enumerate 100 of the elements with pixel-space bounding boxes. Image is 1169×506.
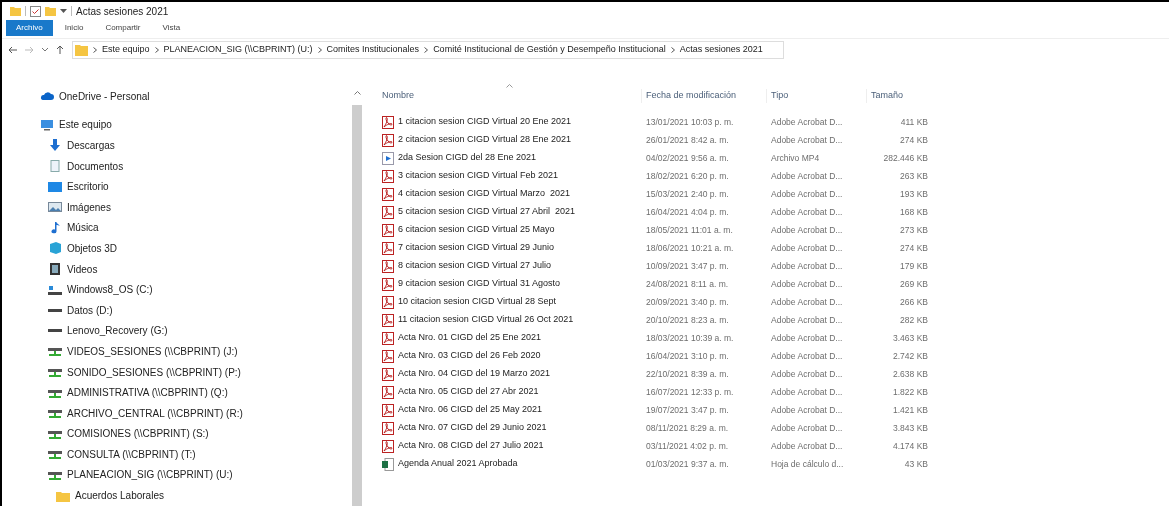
file-name: Agenda Anual 2021 Aprobada <box>398 457 518 471</box>
file-type: Adobe Acrobat D... <box>770 439 844 453</box>
breadcrumb-item[interactable]: Actas sesiones 2021 <box>679 42 763 57</box>
file-row[interactable]: 1 citacion sesion CIGD Virtual 20 Ene 2021 13/01/2021 10:03 p. m. Adobe Acrobat D... 411 KB <box>378 113 930 131</box>
nav-item[interactable]: Acuerdos Laborales <box>75 488 164 504</box>
file-type: Adobe Acrobat D... <box>770 115 844 129</box>
file-name: 4 citacion sesion CIGD Virtual Marzo 2021 <box>398 187 570 201</box>
ribbon-tab[interactable]: Compartir <box>95 20 151 36</box>
nav-item[interactable]: Datos (D:) <box>67 302 113 318</box>
file-name: 3 citacion sesion CIGD Virtual Feb 2021 <box>398 169 558 183</box>
file-row[interactable]: Acta Nro. 04 CIGD del 19 Marzo 2021 22/10/2021 8:39 a. m. Adobe Acrobat D... 2.638 KB <box>378 365 930 383</box>
breadcrumb-item[interactable]: Comité Institucional de Gestión y Desempeño Institucional <box>433 42 666 57</box>
file-name: Acta Nro. 08 CIGD del 27 Julio 2021 <box>398 439 544 453</box>
modified-date: 16/04/2021 3:10 p. m. <box>645 349 730 363</box>
up-arrow-icon[interactable] <box>56 45 64 54</box>
drive-icon <box>48 308 62 312</box>
ribbon-tab[interactable]: Inicio <box>54 20 94 36</box>
file-row[interactable]: 2da Sesion CIGD del 28 Ene 2021 04/02/2021 9:56 a. m. Archivo MP4 282.446 KB <box>378 149 930 167</box>
column-header[interactable]: Fecha de modificación <box>641 89 766 103</box>
nav-item[interactable]: OneDrive - Personal <box>59 88 150 104</box>
nav-item[interactable]: PLANEACION_SIG (\\CBPRINT) (U:) <box>67 467 233 483</box>
chevron-right-icon[interactable] <box>154 46 159 53</box>
breadcrumb-item[interactable]: PLANEACION_SIG (\\CBPRINT) (U:) <box>163 42 313 57</box>
dropdown-arrow-icon[interactable] <box>60 8 67 14</box>
modified-date: 20/09/2021 3:40 p. m. <box>645 295 730 309</box>
file-row[interactable]: 10 citacion sesion CIGD Virtual 28 Sept 20/09/2021 3:40 p. m. Adobe Acrobat D... 266 KB <box>378 293 930 311</box>
nav-item[interactable]: ADMINISTRATIVA (\\CBPRINT) (Q:) <box>67 385 228 401</box>
file-row[interactable]: Acta Nro. 08 CIGD del 27 Julio 2021 03/11/2021 4:02 p. m. Adobe Acrobat D... 4.174 KB <box>378 437 930 455</box>
nav-item[interactable]: COMISIONES (\\CBPRINT) (S:) <box>67 426 209 442</box>
file-type: Adobe Acrobat D... <box>770 277 844 291</box>
desktop-icon <box>48 180 62 193</box>
nav-item[interactable]: ARCHIVO_CENTRAL (\\CBPRINT) (R:) <box>67 405 243 421</box>
nav-item[interactable]: Videos <box>67 261 98 277</box>
nav-item[interactable]: Lenovo_Recovery (G:) <box>67 323 168 339</box>
nav-item[interactable]: Este equipo <box>59 117 112 133</box>
file-type: Hoja de cálculo d... <box>770 457 845 471</box>
nav-item[interactable]: Documentos <box>67 158 124 174</box>
chevron-right-icon[interactable] <box>93 46 97 53</box>
file-row[interactable]: Acta Nro. 07 CIGD del 29 Junio 2021 08/11/2021 8:29 a. m. Adobe Acrobat D... 3.843 KB <box>378 419 930 437</box>
folder-icon <box>56 489 70 502</box>
modified-date: 18/03/2021 10:39 a. m. <box>645 331 735 345</box>
scroll-up-icon[interactable] <box>353 90 361 95</box>
scrollbar-thumb[interactable] <box>352 105 362 506</box>
pdf-file-icon <box>382 223 394 237</box>
file-row[interactable]: 11 citacion sesion CIGD Virtual 26 Oct 2021 20/10/2021 8:23 a. m. Adobe Acrobat D... 282 KB <box>378 311 930 329</box>
pdf-file-icon <box>382 421 394 435</box>
nav-item[interactable]: Windows8_OS (C:) <box>67 282 153 298</box>
breadcrumb-item[interactable]: Este equipo <box>102 42 150 57</box>
file-row[interactable]: 3 citacion sesion CIGD Virtual Feb 2021 18/02/2021 6:20 p. m. Adobe Acrobat D... 263 KB <box>378 167 930 185</box>
file-row[interactable]: 2 citacion sesion CIGD Virtual 28 Ene 2021 26/01/2021 8:42 a. m. Adobe Acrobat D... 274 KB <box>378 131 930 149</box>
column-header[interactable]: Tipo <box>766 89 866 103</box>
back-arrow-icon[interactable] <box>8 45 17 54</box>
nav-item[interactable]: VIDEOS_SESIONES (\\CBPRINT) (J:) <box>67 343 238 359</box>
file-type: Adobe Acrobat D... <box>770 385 844 399</box>
pdf-file-icon <box>382 331 394 345</box>
folder-icon <box>75 43 88 56</box>
file-type: Adobe Acrobat D... <box>770 133 844 147</box>
modified-date: 03/11/2021 4:02 p. m. <box>645 439 730 453</box>
ribbon-tab[interactable]: Archivo <box>6 20 53 36</box>
video-file-icon <box>382 151 394 165</box>
chevron-right-icon[interactable] <box>317 46 322 53</box>
pdf-file-icon <box>382 259 394 273</box>
file-row[interactable]: Acta Nro. 03 CIGD del 26 Feb 2020 16/04/2021 3:10 p. m. Adobe Acrobat D... 2.742 KB <box>378 347 930 365</box>
nav-item[interactable]: CONSULTA (\\CBPRINT) (T:) <box>67 446 196 462</box>
pdf-file-icon <box>382 187 394 201</box>
nav-item[interactable]: SONIDO_SESIONES (\\CBPRINT) (P:) <box>67 364 241 380</box>
chevron-right-icon[interactable] <box>424 46 429 53</box>
file-type: Adobe Acrobat D... <box>770 295 844 309</box>
network-drive-icon <box>48 448 62 461</box>
file-row[interactable]: 8 citacion sesion CIGD Virtual 27 Julio 10/09/2021 3:47 p. m. Adobe Acrobat D... 179 KB <box>378 257 930 275</box>
file-type: Adobe Acrobat D... <box>770 331 844 345</box>
file-row[interactable]: Acta Nro. 06 CIGD del 25 May 2021 19/07/2021 3:47 p. m. Adobe Acrobat D... 1.421 KB <box>378 401 930 419</box>
file-row[interactable]: 5 citacion sesion CIGD Virtual 27 Abril 2021 16/04/2021 4:04 p. m. Adobe Acrobat D... 168 KB <box>378 203 930 221</box>
nav-item[interactable]: Descargas <box>67 138 115 153</box>
file-row[interactable]: 6 citacion sesion CIGD Virtual 25 Mayo 18/05/2021 11:01 a. m. Adobe Acrobat D... 273 KB <box>378 221 930 239</box>
column-header[interactable]: Nombre <box>378 89 641 103</box>
nav-item[interactable]: Imágenes <box>67 199 111 215</box>
file-type: Adobe Acrobat D... <box>770 223 844 237</box>
pdf-file-icon <box>382 439 394 453</box>
file-row[interactable]: 9 citacion sesion CIGD Virtual 31 Agosto 24/08/2021 8:11 a. m. Adobe Acrobat D... 269 KB <box>378 275 930 293</box>
breadcrumb-item[interactable]: Comites Institucionales <box>326 42 420 57</box>
ribbon-tab[interactable]: Vista <box>152 20 191 36</box>
modified-date: 10/09/2021 3:47 p. m. <box>645 259 730 273</box>
nav-item[interactable]: Objetos 3D <box>67 240 118 256</box>
nav-item[interactable]: Música <box>67 220 99 236</box>
properties-icon[interactable] <box>30 5 41 17</box>
nav-item[interactable]: Escritorio <box>67 179 109 195</box>
cloud-icon <box>40 90 54 103</box>
chevron-right-icon[interactable] <box>670 46 675 53</box>
file-size: 168 KB <box>899 205 929 219</box>
file-name: 10 citacion sesion CIGD Virtual 28 Sept <box>398 295 556 309</box>
file-row[interactable]: 7 citacion sesion CIGD Virtual 29 Junio 18/06/2021 10:21 a. m. Adobe Acrobat D... 274 KB <box>378 239 930 257</box>
pdf-file-icon <box>382 385 394 399</box>
file-row[interactable]: Agenda Anual 2021 Aprobada 01/03/2021 9:37 a. m. Hoja de cálculo d... 43 KB <box>378 455 930 473</box>
file-name: Acta Nro. 04 CIGD del 19 Marzo 2021 <box>398 367 551 381</box>
file-row[interactable]: Acta Nro. 05 CIGD del 27 Abr 2021 16/07/2021 12:33 p. m. Adobe Acrobat D... 1.822 KB <box>378 383 930 401</box>
file-row[interactable]: Acta Nro. 01 CIGD del 25 Ene 2021 18/03/2021 10:39 a. m. Adobe Acrobat D... 3.463 KB <box>378 329 930 347</box>
file-size: 274 KB <box>899 241 929 255</box>
column-header[interactable]: Tamaño <box>866 89 930 103</box>
file-row[interactable]: 4 citacion sesion CIGD Virtual Marzo 2021 15/03/2021 2:40 p. m. Adobe Acrobat D... 193 KB <box>378 185 930 203</box>
